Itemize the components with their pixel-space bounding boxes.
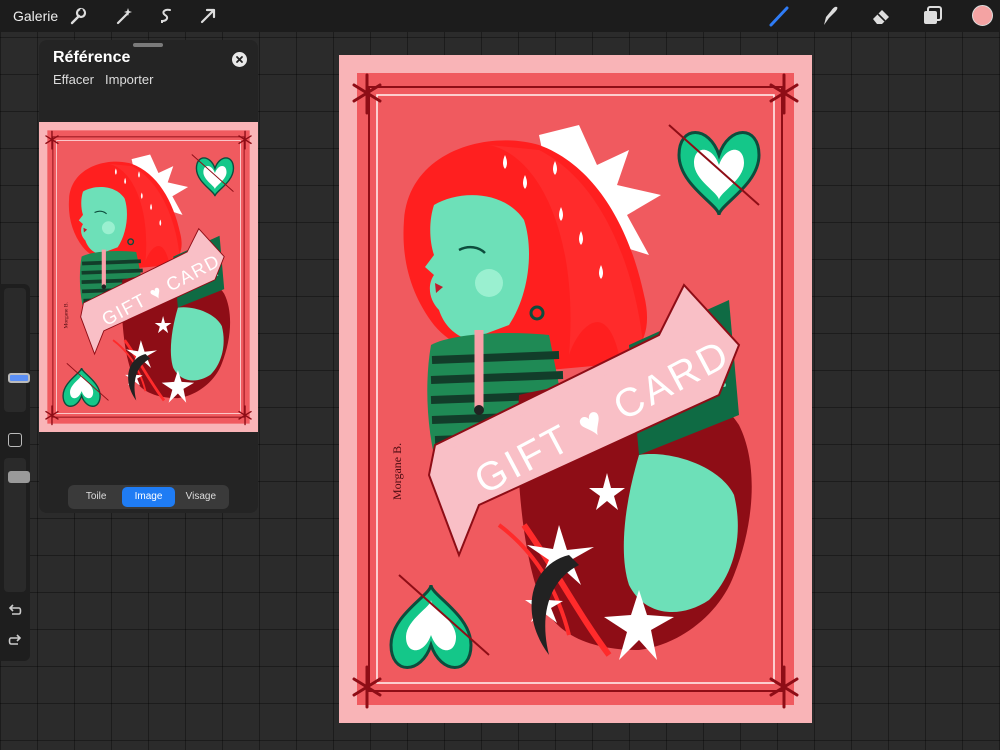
redo-icon[interactable] <box>6 632 24 650</box>
brush-size-slider[interactable] <box>4 288 30 412</box>
reference-mode-tabs: Toile Image Visage <box>68 485 229 509</box>
drawing-canvas[interactable]: GIFT ♥ CARD Morgane B. <box>339 55 812 723</box>
top-toolbar: Galerie <box>0 0 1000 32</box>
tab-toile[interactable]: Toile <box>70 487 122 507</box>
tab-image[interactable]: Image <box>122 487 175 507</box>
magic-wand-icon[interactable] <box>112 4 136 28</box>
brush-icon[interactable] <box>767 4 791 28</box>
panel-title: Référence <box>53 49 131 66</box>
clear-button[interactable]: Effacer <box>53 72 94 87</box>
color-picker-button[interactable] <box>972 5 993 26</box>
layers-icon[interactable] <box>920 4 944 28</box>
reference-panel: Référence Effacer Importer Toile Image V… <box>39 40 258 513</box>
opacity-knob[interactable] <box>8 471 30 483</box>
tab-visage[interactable]: Visage <box>175 487 227 507</box>
reference-image <box>39 122 258 432</box>
modify-button[interactable] <box>8 433 22 447</box>
transform-arrow-icon[interactable] <box>196 4 220 28</box>
smudge-icon[interactable] <box>818 4 842 28</box>
close-icon[interactable] <box>232 52 247 67</box>
eraser-icon[interactable] <box>869 4 893 28</box>
brush-size-knob[interactable] <box>8 373 30 383</box>
opacity-slider[interactable] <box>4 458 30 592</box>
import-button[interactable]: Importer <box>105 72 153 87</box>
undo-icon[interactable] <box>6 602 24 620</box>
panel-drag-handle[interactable] <box>133 43 163 47</box>
gallery-button[interactable]: Galerie <box>13 8 58 24</box>
wrench-icon[interactable] <box>66 4 90 28</box>
selection-icon[interactable] <box>155 4 179 28</box>
left-sidebar <box>0 284 30 661</box>
